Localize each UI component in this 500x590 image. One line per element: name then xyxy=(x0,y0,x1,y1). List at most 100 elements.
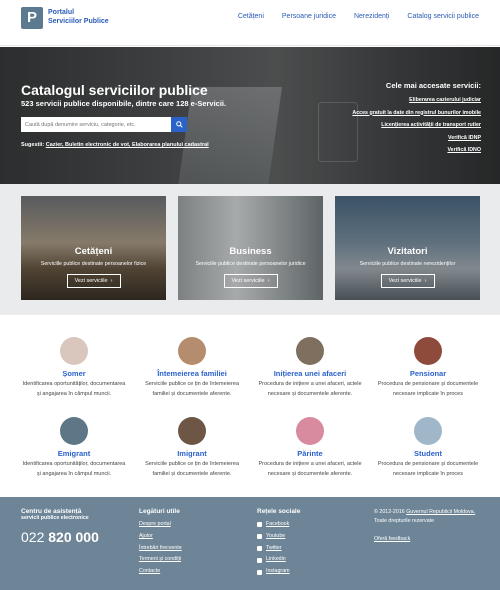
category-desc: Procedura de inițiere a unei afaceri, ac… xyxy=(258,381,362,397)
chevron-right-icon: › xyxy=(110,278,113,284)
card-title: Cetățeni xyxy=(74,246,113,257)
category-desc: Procedura de pensionare și documentele ne… xyxy=(377,381,479,397)
chevron-right-icon: › xyxy=(267,278,270,284)
category-emigrant[interactable]: Emigrant Identificarea oportunităților, … xyxy=(15,417,133,479)
suggestions-links[interactable]: Cazier, Buletin electronic de vot, Elabo… xyxy=(46,142,209,148)
category-name[interactable]: Emigrant xyxy=(15,449,133,458)
popular-link-criminal-record[interactable]: Eliberarea cazierului judiciar xyxy=(352,94,481,107)
instagram-icon xyxy=(257,569,262,575)
card-business[interactable]: Business Serviciile publice destinate pe… xyxy=(178,196,323,300)
nav-catalog[interactable]: Catalog servicii publice xyxy=(407,13,479,20)
linkedin-icon xyxy=(257,557,262,563)
family-photo xyxy=(178,337,206,365)
footer-link-contacts[interactable]: Contacte xyxy=(139,566,182,578)
popular-title: Cele mai accesate servicii: xyxy=(385,81,481,90)
facebook-icon xyxy=(257,522,262,528)
category-desc: Procedura de pensionare și documentele ne… xyxy=(377,461,479,477)
popular-services: Cele mai accesate servicii: Eliberarea c… xyxy=(352,81,481,157)
footer-social: Rețele sociale Facebook Youtube Twitter … xyxy=(257,508,300,578)
social-title: Rețele sociale xyxy=(257,508,301,515)
business-start-photo xyxy=(296,337,324,365)
popular-link-real-estate-registry[interactable]: Acces gratuit la date din registrul bunu… xyxy=(352,107,481,120)
unemployed-photo xyxy=(60,337,88,365)
government-link[interactable]: Guvernul Republicii Moldova. xyxy=(406,509,475,515)
logo-icon[interactable]: P xyxy=(21,7,43,29)
category-desc: Serviciile publice ce țin de întemeierea… xyxy=(145,461,239,477)
view-services-button[interactable]: Vezi serviciile › xyxy=(66,274,121,288)
search-input[interactable] xyxy=(21,117,171,132)
logo-line-2: Serviciilor Publice xyxy=(48,17,109,25)
popular-link-verify-idno[interactable]: Verifică IDNO xyxy=(352,144,481,157)
assistance-phone[interactable]: 022 820 000 xyxy=(21,529,99,545)
site-footer: Centru de asistență servicii publice ele… xyxy=(0,497,500,590)
search-icon xyxy=(175,121,183,128)
popular-link-transport-license[interactable]: Licențierea activității de transport rut… xyxy=(352,119,481,132)
chevron-right-icon: › xyxy=(424,278,427,284)
social-facebook[interactable]: Facebook xyxy=(257,519,300,531)
suggestions-label: Sugestii: xyxy=(21,142,45,148)
category-parent[interactable]: Părinte Procedura de inițiere a unei afa… xyxy=(251,417,369,479)
footer-copyright: © 2012-2016 Guvernul Republicii Moldova.… xyxy=(374,508,489,546)
immigrant-photo xyxy=(178,417,206,445)
card-visitors[interactable]: Vizitatori Serviciile publice destinate … xyxy=(335,196,480,300)
search-suggestions: Sugestii: Cazier, Buletin electronic de … xyxy=(21,142,209,148)
card-subtitle: Serviciile publice destinate nerezidenți… xyxy=(359,261,456,267)
youtube-icon xyxy=(257,534,262,540)
category-name[interactable]: Student xyxy=(369,449,487,458)
twitter-icon xyxy=(257,545,262,551)
popular-link-verify-idnp[interactable]: Verifică IDNP xyxy=(352,132,481,145)
feedback-link[interactable]: Oferă feedback xyxy=(374,534,489,546)
copyright-text: © 2012-2016 Guvernul Republicii Moldova.… xyxy=(374,509,476,524)
logo-text[interactable]: Portalul Serviciilor Publice xyxy=(48,9,109,26)
category-desc: Identificarea oportunităților, documenta… xyxy=(22,381,126,397)
card-subtitle: Serviciile publice destinate persoanelor… xyxy=(195,261,306,267)
card-title: Business xyxy=(229,246,272,257)
footer-link-faq[interactable]: Întrebări frecvente xyxy=(139,543,182,555)
logo-line-1: Portalul xyxy=(48,9,75,16)
social-instagram[interactable]: Instagram xyxy=(257,566,300,578)
category-family[interactable]: Întemeierea familiei Serviciile publice … xyxy=(133,337,251,399)
parent-photo xyxy=(296,417,324,445)
category-business-start[interactable]: Inițierea unei afaceri Procedura de iniț… xyxy=(251,337,369,399)
category-immigrant[interactable]: Imigrant Serviciile publice ce țin de în… xyxy=(133,417,251,479)
social-twitter[interactable]: Twitter xyxy=(257,543,300,555)
main-nav: Cetățeni Persoane juridice Nerezidenți C… xyxy=(238,13,479,20)
category-name[interactable]: Șomer xyxy=(15,369,133,378)
category-name[interactable]: Inițierea unei afaceri xyxy=(251,369,369,378)
card-subtitle: Servicille publice destinate persoanelor… xyxy=(40,261,147,267)
card-title: Vizitatori xyxy=(387,246,428,257)
footer-link-help[interactable]: Ajutor xyxy=(139,531,182,543)
links-title: Legături utile xyxy=(139,508,180,515)
card-citizens[interactable]: Cetățeni Servicille publice destinate pe… xyxy=(21,196,166,300)
student-photo xyxy=(414,417,442,445)
category-name[interactable]: Imigrant xyxy=(133,449,251,458)
social-linkedin[interactable]: Linkedin xyxy=(257,554,300,566)
nav-citizens[interactable]: Cetățeni xyxy=(238,13,264,20)
footer-links: Legături utile Despre portal Ajutor Într… xyxy=(139,508,182,578)
hero-subtitle: 523 servicii publice disponibile, dintre… xyxy=(21,99,227,108)
category-desc: Identificarea oportunităților, documenta… xyxy=(22,461,126,477)
view-services-button[interactable]: Vezi serviciile › xyxy=(223,274,278,288)
assistance-title: Centru de asistență xyxy=(21,508,82,515)
hero-title: Catalogul serviciilor publice xyxy=(21,82,208,98)
pensioner-photo xyxy=(414,337,442,365)
social-youtube[interactable]: Youtube xyxy=(257,531,300,543)
category-pensioner[interactable]: Pensionar Procedura de pensionare și doc… xyxy=(369,337,487,399)
category-desc: Procedura de inițiere a unei afaceri, ac… xyxy=(258,461,362,477)
category-name[interactable]: Părinte xyxy=(251,449,369,458)
footer-link-terms[interactable]: Termeni și condiții xyxy=(139,554,182,566)
assistance-subtitle: servicii publice electronice xyxy=(21,515,89,521)
emigrant-photo xyxy=(60,417,88,445)
audience-cards: Cetățeni Servicille publice destinate pe… xyxy=(0,184,500,315)
nav-non-residents[interactable]: Nerezidenți xyxy=(354,13,389,20)
site-header: P Portalul Serviciilor Publice Cetățeni … xyxy=(0,0,500,46)
category-desc: Serviciile publice ce țin de întemeierea… xyxy=(145,381,239,397)
view-services-button[interactable]: Vezi serviciile › xyxy=(380,274,435,288)
nav-legal-entities[interactable]: Persoane juridice xyxy=(282,13,336,20)
search-button[interactable] xyxy=(171,117,187,132)
category-name[interactable]: Întemeierea familiei xyxy=(133,369,251,378)
category-student[interactable]: Student Procedura de pensionare și docum… xyxy=(369,417,487,479)
footer-link-about[interactable]: Despre portal xyxy=(139,519,182,531)
category-name[interactable]: Pensionar xyxy=(369,369,487,378)
category-unemployed[interactable]: Șomer Identificarea oportunităților, doc… xyxy=(15,337,133,399)
